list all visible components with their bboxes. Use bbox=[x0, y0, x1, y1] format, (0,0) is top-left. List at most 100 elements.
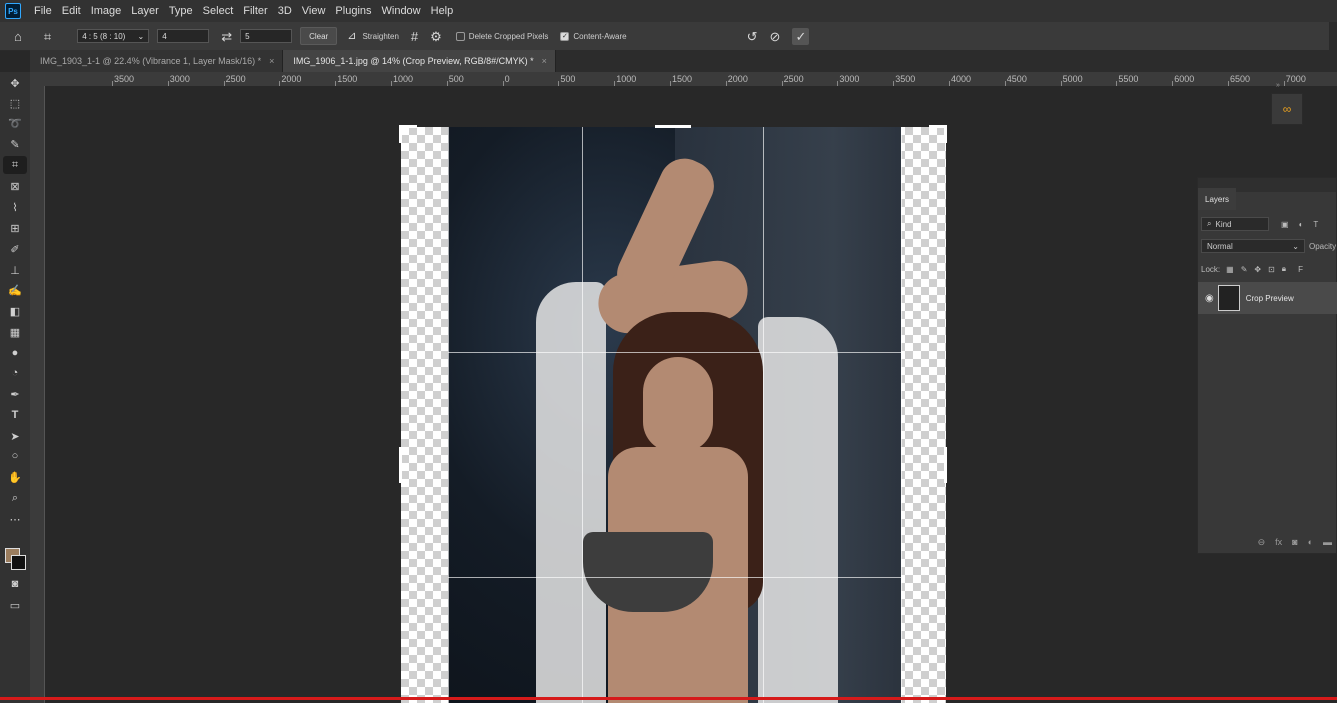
menu-layer[interactable]: Layer bbox=[126, 5, 164, 17]
tools-panel: ✥ ⬚ ➰ ✎ ⌗ ⊠ ⌇ ⊞ ✐ ⊥ ✍ ◧ ▦ ● ◔ ✒ T ➤ ○ ✋ … bbox=[0, 72, 31, 703]
lock-position-icon[interactable]: ✥ bbox=[1254, 265, 1261, 274]
type-filter-icon[interactable]: T bbox=[1313, 220, 1318, 229]
libraries-panel-button[interactable]: ∞ bbox=[1271, 93, 1303, 125]
blend-mode-select[interactable]: Normal ⌄ bbox=[1201, 239, 1305, 253]
background-color-swatch[interactable] bbox=[11, 555, 26, 570]
fx-icon[interactable]: fx bbox=[1275, 537, 1282, 547]
healing-brush-tool-icon[interactable]: ⊞ bbox=[3, 219, 27, 237]
folder-icon[interactable]: ▬ bbox=[1323, 537, 1332, 547]
fill-label[interactable]: F bbox=[1298, 265, 1303, 274]
type-tool-icon[interactable]: T bbox=[3, 406, 27, 424]
commit-icon[interactable]: ✓ bbox=[792, 27, 810, 45]
more-tools-icon[interactable]: ⋯ bbox=[3, 510, 27, 528]
menu-image[interactable]: Image bbox=[86, 5, 127, 17]
width-input[interactable]: 4 bbox=[157, 29, 210, 43]
straighten-label[interactable]: Straighten bbox=[362, 32, 398, 41]
eraser-tool-icon[interactable]: ◧ bbox=[3, 302, 27, 320]
grid-line bbox=[448, 577, 901, 578]
overlay-grid-icon[interactable]: # bbox=[411, 30, 418, 43]
link-icon[interactable]: ⊖ bbox=[1258, 537, 1266, 548]
lock-artboard-icon[interactable]: ⊡ bbox=[1268, 265, 1275, 274]
tab-layers[interactable]: Layers bbox=[1198, 188, 1237, 210]
tab-img-1906[interactable]: IMG_1906_1-1.jpg @ 14% (Crop Preview, RG… bbox=[283, 50, 556, 72]
adjustment-icon[interactable]: ◐ bbox=[1308, 537, 1313, 547]
lock-label: Lock: bbox=[1201, 264, 1221, 274]
gear-icon[interactable]: ⚙ bbox=[430, 30, 442, 43]
menu-view[interactable]: View bbox=[297, 5, 331, 17]
crop-handle-left[interactable] bbox=[399, 447, 402, 483]
photo-image bbox=[448, 127, 901, 703]
clone-stamp-tool-icon[interactable]: ⊥ bbox=[3, 261, 27, 279]
move-tool-icon[interactable]: ✥ bbox=[3, 74, 27, 92]
crop-canvas[interactable] bbox=[401, 127, 946, 703]
brush-tool-icon[interactable]: ✐ bbox=[3, 240, 27, 258]
crop-handle-top-left[interactable] bbox=[399, 125, 402, 143]
chevron-down-icon: ⌄ bbox=[137, 31, 145, 41]
hand-tool-icon[interactable]: ✋ bbox=[3, 468, 27, 486]
grid-line bbox=[448, 352, 901, 353]
straighten-icon[interactable]: ⊿ bbox=[347, 30, 356, 42]
ellipse-tool-icon[interactable]: ○ bbox=[3, 447, 27, 465]
close-icon[interactable]: × bbox=[542, 56, 547, 66]
menu-filter[interactable]: Filter bbox=[238, 5, 272, 17]
path-select-tool-icon[interactable]: ➤ bbox=[3, 427, 27, 445]
eyedropper-tool-icon[interactable]: ⌇ bbox=[3, 198, 27, 216]
clear-button[interactable]: Clear bbox=[300, 27, 338, 45]
crop-handle-top[interactable] bbox=[655, 125, 691, 128]
close-icon[interactable]: × bbox=[269, 56, 274, 66]
menu-file[interactable]: File bbox=[29, 5, 57, 17]
delete-cropped-option[interactable]: Delete Cropped Pixels bbox=[455, 31, 548, 41]
crop-tool-icon[interactable]: ⌗ bbox=[44, 30, 51, 43]
content-aware-checkbox[interactable]: ✓ bbox=[560, 31, 570, 41]
home-icon[interactable]: ⌂ bbox=[14, 30, 22, 43]
reset-icon[interactable]: ↺ bbox=[747, 30, 758, 43]
height-input[interactable]: 5 bbox=[240, 29, 293, 43]
blur-tool-icon[interactable]: ● bbox=[3, 344, 27, 362]
menu-3d[interactable]: 3D bbox=[273, 5, 297, 17]
horizontal-ruler[interactable]: 3500 3000 2500 2000 1500 1000 500 0 500 1000 1500 2… bbox=[30, 72, 1337, 87]
content-aware-option[interactable]: ✓ Content-Aware bbox=[560, 31, 627, 41]
ratio-value: 4 : 5 (8 : 10) bbox=[82, 31, 126, 41]
menu-select[interactable]: Select bbox=[198, 5, 239, 17]
crop-handle-right[interactable] bbox=[944, 447, 947, 483]
mask-icon[interactable]: ◙ bbox=[1292, 537, 1297, 547]
swap-icon[interactable]: ⇄ bbox=[221, 30, 232, 43]
history-brush-tool-icon[interactable]: ✍ bbox=[3, 281, 27, 299]
menu-window[interactable]: Window bbox=[377, 5, 426, 17]
pen-tool-icon[interactable]: ✒ bbox=[3, 385, 27, 403]
zoom-tool-icon[interactable]: ⌕ bbox=[3, 489, 27, 507]
vertical-ruler[interactable] bbox=[30, 86, 45, 703]
opacity-label[interactable]: Opacity bbox=[1309, 242, 1336, 251]
image-filter-icon[interactable]: ▣ bbox=[1281, 220, 1289, 229]
screen-mode-icon[interactable]: ▭ bbox=[3, 596, 27, 614]
menu-type[interactable]: Type bbox=[164, 5, 198, 17]
crop-handle-top-right[interactable] bbox=[944, 125, 947, 143]
photoshop-logo-icon[interactable]: Ps bbox=[5, 3, 21, 19]
quick-select-tool-icon[interactable]: ✎ bbox=[3, 135, 27, 153]
lock-transparent-icon[interactable]: ▦ bbox=[1226, 265, 1234, 274]
collapse-panel-icon[interactable]: » bbox=[1276, 82, 1280, 89]
menu-help[interactable]: Help bbox=[426, 5, 459, 17]
quick-mask-icon[interactable]: ◙ bbox=[3, 575, 27, 593]
ratio-select[interactable]: 4 : 5 (8 : 10) ⌄ bbox=[77, 29, 150, 43]
delete-cropped-checkbox[interactable] bbox=[455, 31, 465, 41]
crop-tool-icon[interactable]: ⌗ bbox=[3, 156, 27, 174]
tab-img-1903[interactable]: IMG_1903_1-1 @ 22.4% (Vibrance 1, Layer … bbox=[30, 50, 284, 72]
cancel-icon[interactable]: ⊘ bbox=[770, 30, 781, 43]
adjustment-filter-icon[interactable]: ◐ bbox=[1299, 220, 1304, 229]
layer-item[interactable]: ◉ Crop Preview bbox=[1198, 282, 1337, 314]
menu-edit[interactable]: Edit bbox=[57, 5, 86, 17]
dodge-tool-icon[interactable]: ◔ bbox=[3, 364, 27, 382]
lasso-tool-icon[interactable]: ➰ bbox=[3, 114, 27, 132]
lock-all-icon[interactable]: 🔒︎ bbox=[1282, 264, 1286, 274]
kind-filter[interactable]: ⌕ Kind bbox=[1201, 217, 1269, 231]
layer-name: Crop Preview bbox=[1245, 293, 1294, 303]
lock-image-icon[interactable]: ✎ bbox=[1241, 265, 1248, 274]
gradient-tool-icon[interactable]: ▦ bbox=[3, 323, 27, 341]
eye-icon[interactable]: ◉ bbox=[1205, 293, 1214, 304]
ruler-label: 1000 bbox=[616, 74, 637, 84]
frame-tool-icon[interactable]: ⊠ bbox=[3, 177, 27, 195]
menu-plugins[interactable]: Plugins bbox=[330, 5, 376, 17]
marquee-tool-icon[interactable]: ⬚ bbox=[3, 94, 27, 112]
ruler-label: 3000 bbox=[839, 74, 860, 84]
